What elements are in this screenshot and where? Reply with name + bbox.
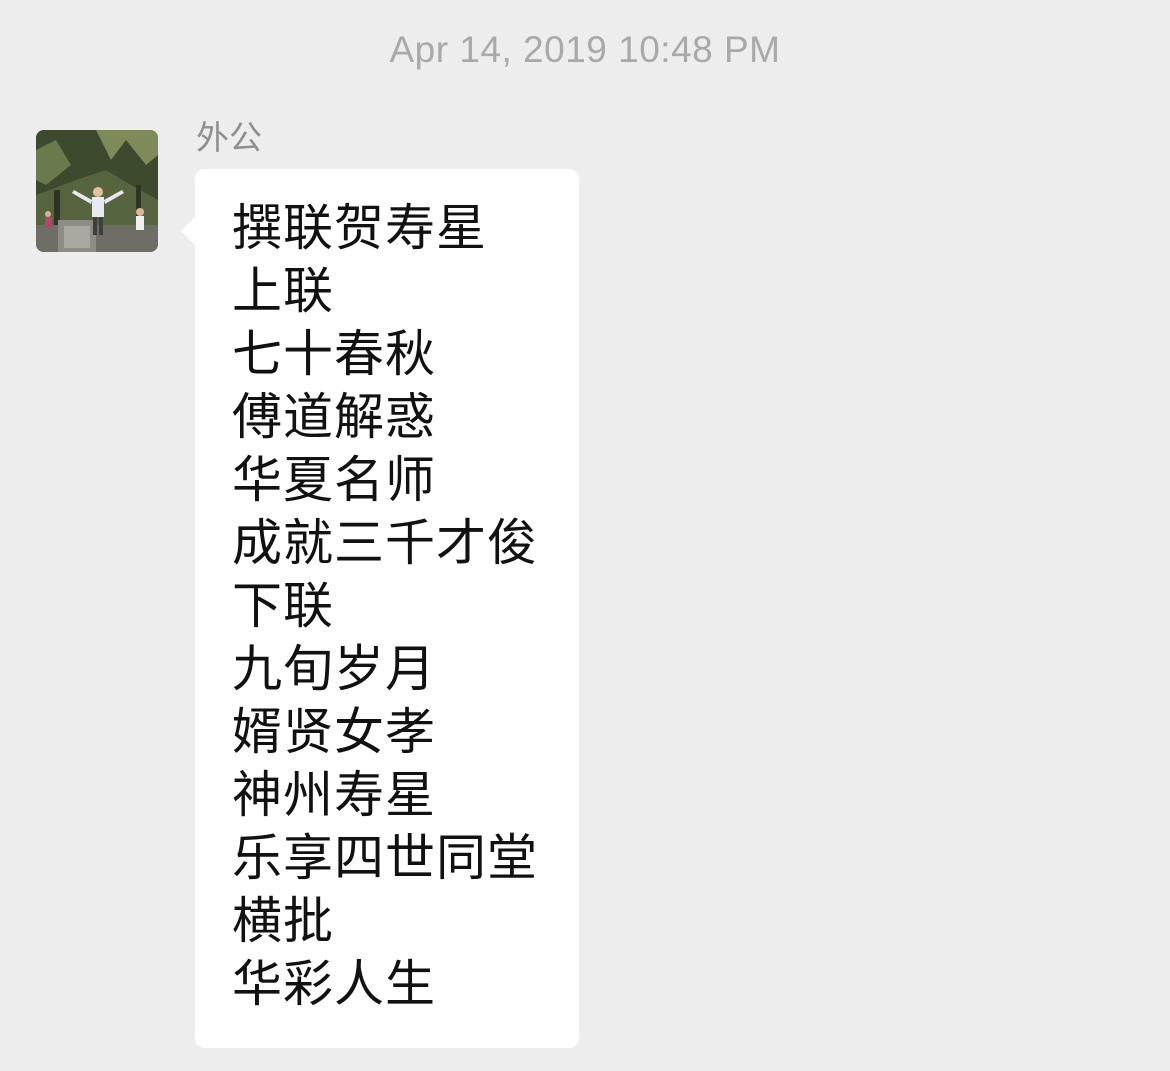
message-line: 神州寿星 — [232, 766, 436, 824]
message-line: 九旬岁月 — [232, 640, 436, 698]
message-bubble[interactable]: 撰联贺寿星 上联 七十春秋 傅道解惑 华夏名师 成就三千才俊 下联 九旬岁月 婿… — [181, 169, 579, 1048]
contact-photo-icon — [36, 130, 158, 252]
message-line: 华夏名师 — [232, 451, 436, 509]
bubble-tail — [181, 217, 195, 245]
message-line: 上联 — [232, 262, 334, 320]
message-line: 华彩人生 — [232, 955, 436, 1013]
message-line: 成就三千才俊 — [232, 514, 538, 572]
message-line: 乐享四世同堂 — [232, 829, 538, 887]
message-line: 下联 — [232, 577, 334, 635]
message-timestamp: Apr 14, 2019 10:48 PM — [389, 29, 781, 70]
message-line: 七十春秋 — [232, 325, 436, 383]
message-line: 傅道解惑 — [232, 388, 436, 446]
sender-avatar[interactable] — [36, 130, 158, 252]
sender-name: 外公 — [196, 118, 262, 157]
message-line: 婿贤女孝 — [232, 703, 436, 761]
message-line: 横批 — [232, 892, 334, 950]
message-line: 撰联贺寿星 — [232, 199, 487, 257]
